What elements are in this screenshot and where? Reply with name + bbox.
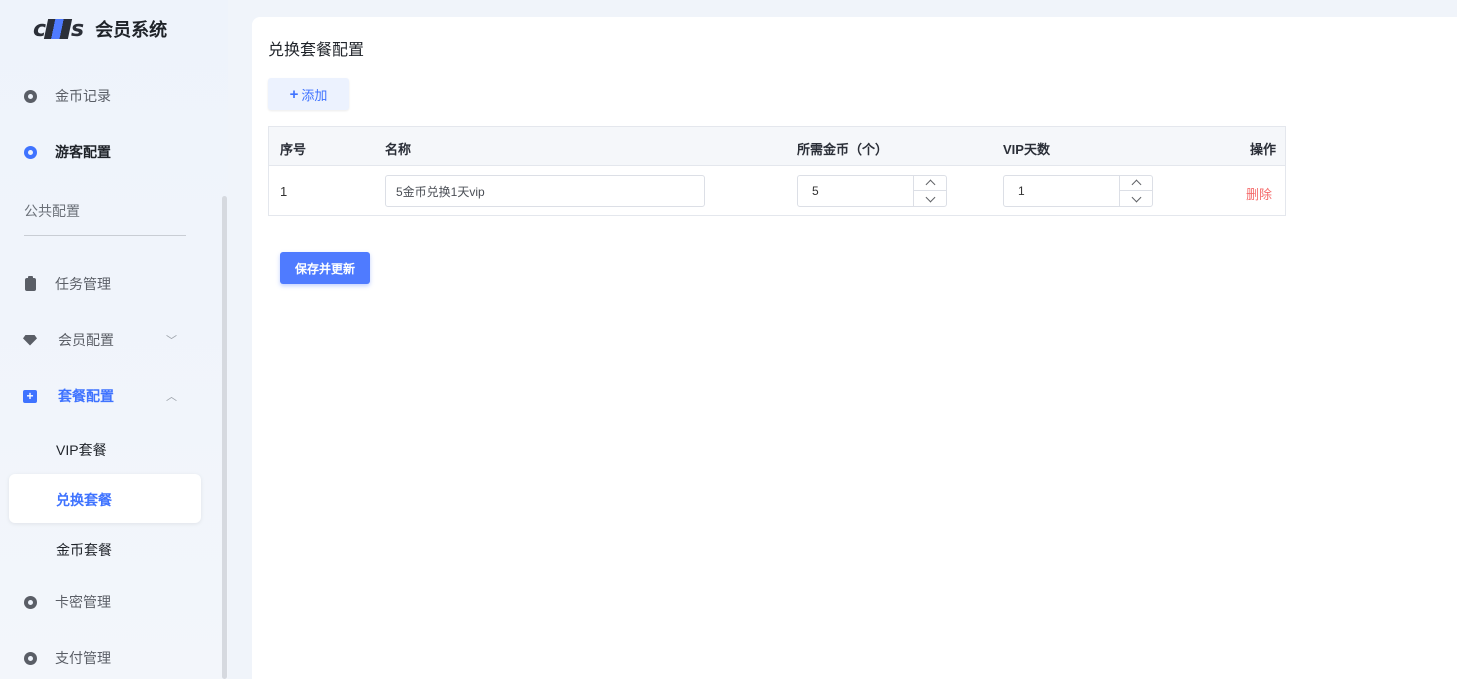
payment-icon: [23, 651, 37, 665]
cms-logo: c s: [33, 16, 84, 42]
logo-letter-s: s: [71, 16, 84, 42]
row-index: 1: [280, 184, 288, 199]
coins-spin: [913, 176, 947, 206]
coins-stepper[interactable]: 5: [797, 175, 947, 207]
header-name: 名称: [385, 142, 412, 157]
chevron-up-icon: [925, 179, 936, 190]
table-header: 序号 名称 所需金币（个） VIP天数 操作: [269, 127, 1285, 166]
card-key-icon: [23, 595, 37, 609]
sidebar-item-guest-config[interactable]: 游客配置: [0, 132, 210, 172]
guest-config-icon: [23, 145, 37, 159]
clipboard-icon: [23, 275, 37, 291]
sidebar-item-label: 会员配置: [58, 332, 114, 348]
package-icon: +: [23, 389, 37, 403]
sidebar-scrollbar[interactable]: [222, 196, 227, 679]
vip-days-increase-button[interactable]: [1120, 176, 1153, 191]
sidebar-item-coin-record[interactable]: 金币记录: [0, 76, 210, 116]
coins-decrease-button[interactable]: [914, 191, 947, 206]
main-panel: 兑换套餐配置 + 添加 序号 名称 所需金币（个） VIP天数 操作 1 5金币…: [252, 17, 1457, 679]
save-update-button[interactable]: 保存并更新: [280, 252, 370, 284]
coins-value: 5: [812, 184, 819, 198]
sidebar-subitem-vip-package[interactable]: VIP套餐: [56, 440, 107, 460]
chevron-down-icon: [925, 192, 936, 202]
page-title: 兑换套餐配置: [268, 42, 365, 59]
logo-letter-m: [43, 19, 73, 39]
sidebar-item-task-management[interactable]: 任务管理: [0, 264, 210, 304]
sidebar-item-card-key[interactable]: 卡密管理: [0, 582, 210, 622]
brand: c s 会员系统: [33, 16, 167, 42]
name-input[interactable]: 5金币兑换1天vip: [385, 175, 705, 207]
vip-days-decrease-button[interactable]: [1120, 191, 1153, 206]
section-title-public-config: 公共配置: [24, 203, 80, 219]
sidebar-item-payment[interactable]: 支付管理: [0, 638, 210, 678]
sidebar-item-member-config[interactable]: 会员配置 ﹀: [0, 320, 210, 360]
header-action: 操作: [1250, 142, 1277, 157]
sidebar-item-label: 支付管理: [55, 650, 111, 666]
sidebar-item-label: 金币记录: [55, 88, 111, 104]
package-table: 序号 名称 所需金币（个） VIP天数 操作 1 5金币兑换1天vip 5 1 …: [268, 126, 1286, 216]
sidebar-item-label: 任务管理: [55, 276, 111, 292]
add-button[interactable]: + 添加: [268, 78, 349, 110]
gem-icon: [23, 333, 37, 347]
name-input-value: 5金币兑换1天vip: [396, 184, 485, 199]
plus-icon: +: [289, 85, 299, 103]
brand-name: 会员系统: [95, 20, 168, 40]
sidebar-item-label: 套餐配置: [58, 388, 114, 404]
delete-link[interactable]: 删除: [1246, 184, 1272, 203]
header-coins: 所需金币（个）: [797, 142, 889, 157]
chevron-down-icon: ﹀: [166, 335, 177, 347]
header-index: 序号: [280, 142, 307, 157]
coin-record-icon: [23, 89, 37, 103]
chevron-down-icon: [1131, 192, 1142, 202]
app-root: c s 会员系统 金币记录 游客配置 公共配置 任务管理 会员配置 ﹀ + 套餐…: [0, 0, 1457, 679]
add-button-label: 添加: [301, 87, 328, 103]
sidebar-subitem-label: 兑换套餐: [56, 492, 112, 508]
sidebar: c s 会员系统 金币记录 游客配置 公共配置 任务管理 会员配置 ﹀ + 套餐…: [0, 0, 228, 679]
coins-increase-button[interactable]: [914, 176, 947, 191]
vip-days-value: 1: [1018, 184, 1025, 198]
sidebar-item-package-config[interactable]: + 套餐配置 ︿: [0, 376, 210, 416]
chevron-up-icon: [1131, 179, 1142, 190]
sidebar-subitem-exchange-package[interactable]: 兑换套餐: [9, 474, 201, 523]
vip-days-stepper[interactable]: 1: [1003, 175, 1153, 207]
chevron-up-icon: ︿: [166, 391, 177, 403]
divider: [24, 235, 186, 236]
sidebar-item-label: 游客配置: [55, 144, 111, 160]
vip-days-spin: [1119, 176, 1153, 206]
sidebar-subitem-coin-package[interactable]: 金币套餐: [56, 540, 112, 560]
header-vip-days: VIP天数: [1003, 142, 1050, 157]
sidebar-item-label: 卡密管理: [55, 594, 111, 610]
